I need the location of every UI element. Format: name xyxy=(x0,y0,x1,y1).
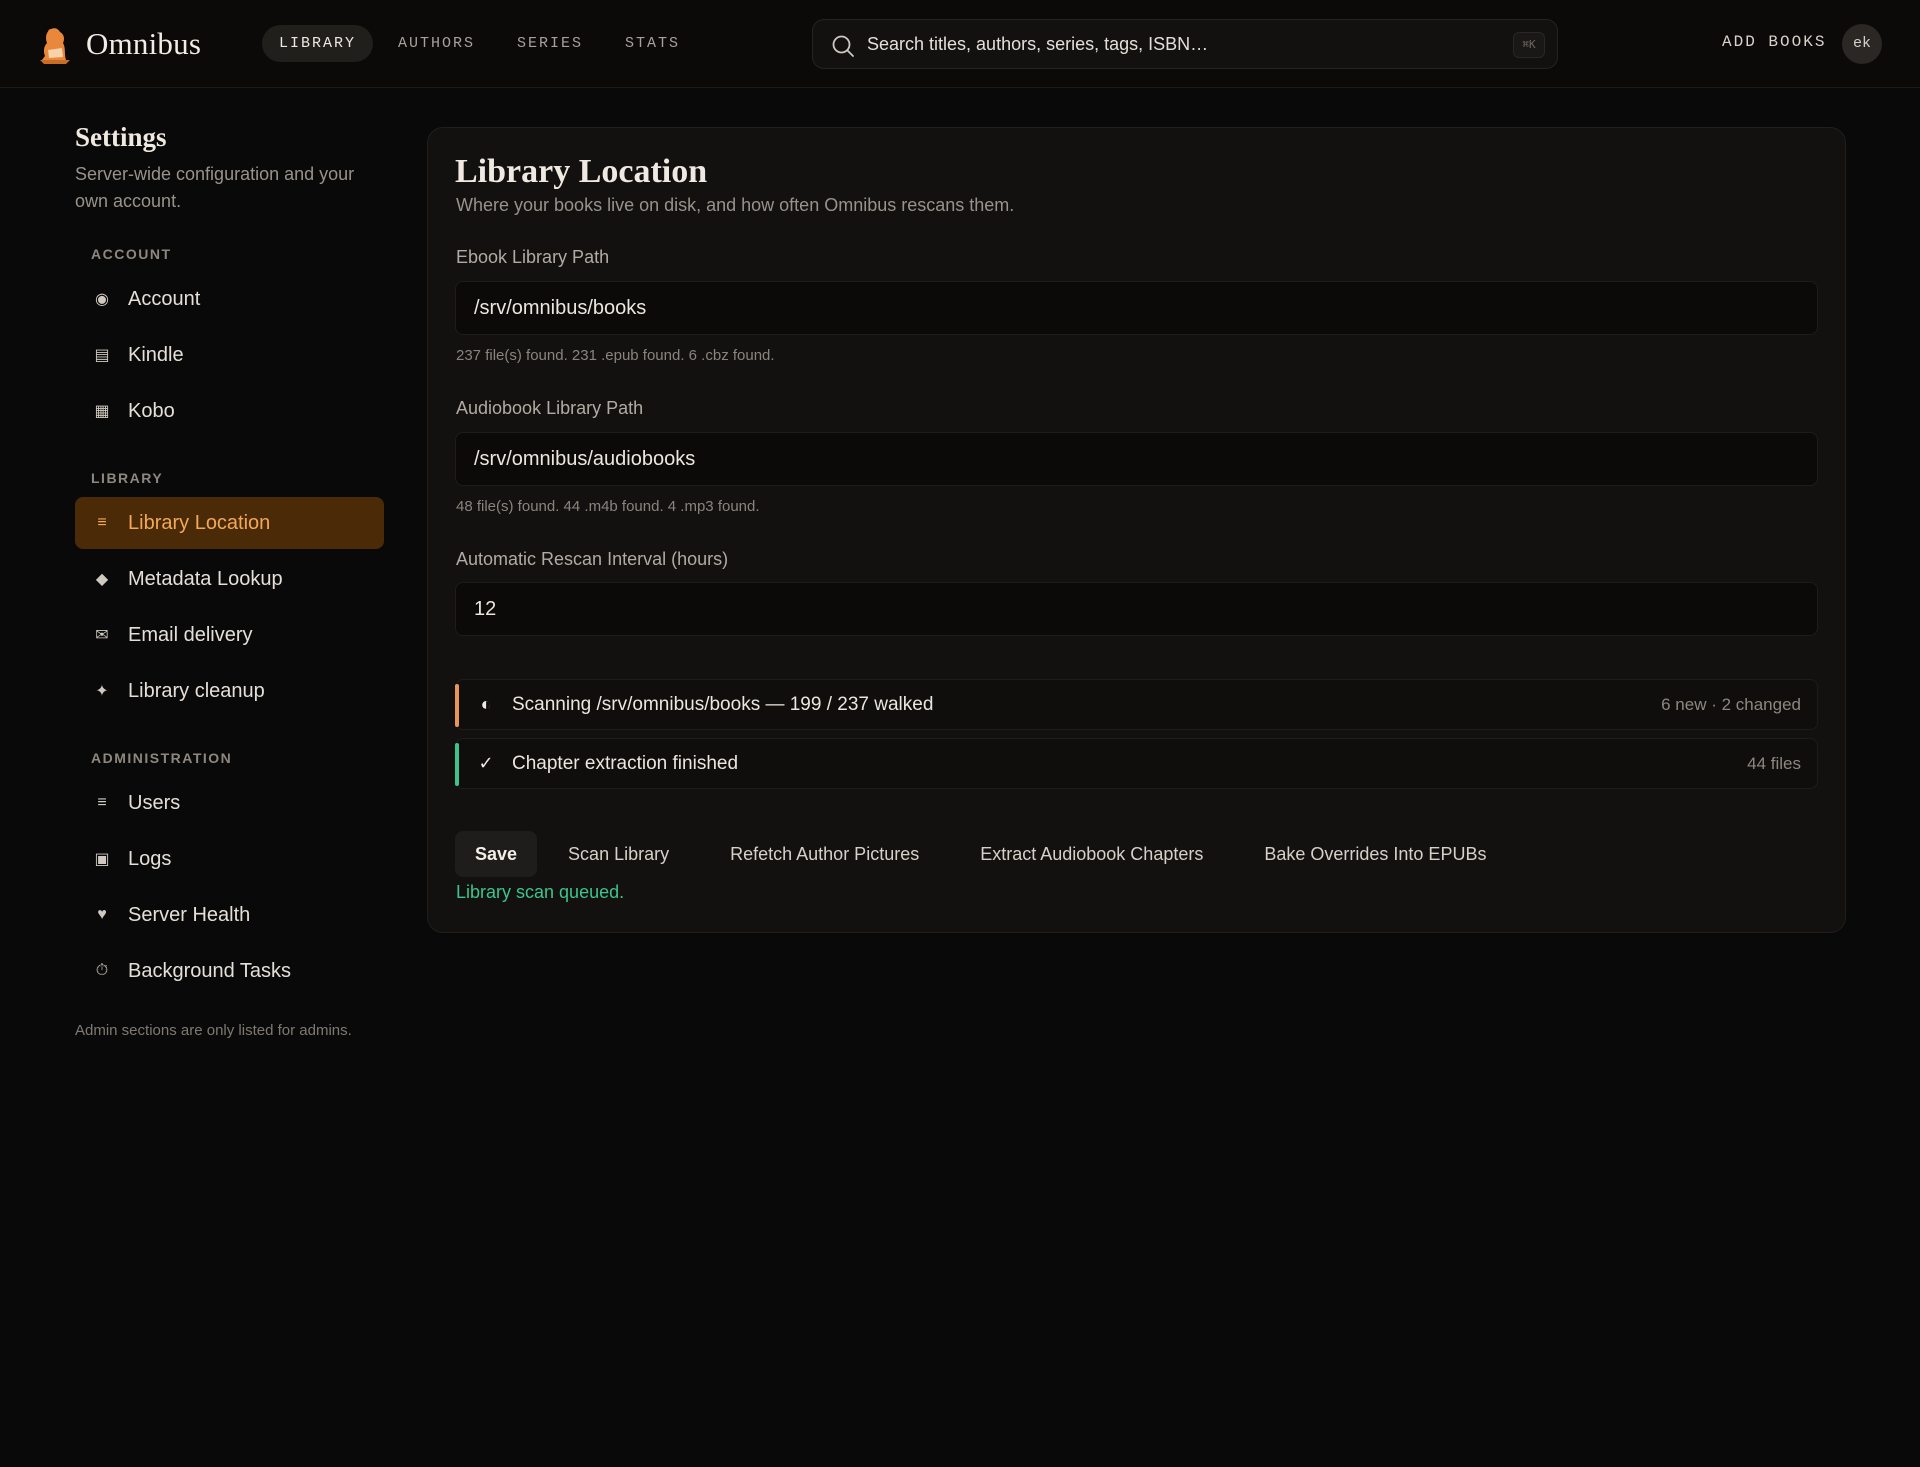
audiobook-path-hint: 48 file(s) found. 44 .m4b found. 4 .mp3 … xyxy=(456,498,760,515)
audiobook-path-label: Audiobook Library Path xyxy=(456,398,644,418)
sidebar-item-kobo[interactable]: ▦ Kobo xyxy=(75,385,384,437)
page-subtitle: Where your books live on disk, and how o… xyxy=(456,195,1015,215)
sidebar-subtitle: Server-wide configuration and your own a… xyxy=(75,164,355,211)
bake-overrides-button[interactable]: Bake Overrides Into EPUBs xyxy=(1244,831,1506,877)
top-bar: Omnibus LIBRARY AUTHORS SERIES STATS Sea… xyxy=(0,0,1920,88)
main-nav: LIBRARY AUTHORS SERIES STATS xyxy=(262,25,697,62)
sidebar-item-label: Users xyxy=(128,791,181,814)
sidebar-item-email-delivery[interactable]: ✉ Email delivery xyxy=(75,609,384,661)
status-text: Scanning /srv/omnibus/books — 199 / 237 … xyxy=(512,693,934,715)
scan-progress-status: ◐ Scanning /srv/omnibus/books — 199 / 23… xyxy=(455,679,1818,730)
sidebar-footnote: Admin sections are only listed for admin… xyxy=(75,1022,352,1039)
page-title: Library Location xyxy=(455,153,708,190)
section-heading-administration: ADMINISTRATION xyxy=(91,750,233,766)
scan-queued-message: Library scan queued. xyxy=(456,882,625,902)
sidebar-item-users[interactable]: ≡ Users xyxy=(75,777,384,829)
audiobook-path-input[interactable]: /srv/omnibus/audiobooks xyxy=(455,432,1818,486)
sidebar-item-label: Background Tasks xyxy=(128,959,292,982)
nav-series[interactable]: SERIES xyxy=(500,25,600,62)
status-accent-bar xyxy=(455,743,459,786)
status-meta: 44 files xyxy=(1747,753,1801,773)
library-location-card: Library Location Where your books live o… xyxy=(427,127,1846,933)
ebook-path-input[interactable]: /srv/omnibus/books xyxy=(455,281,1818,335)
nav-authors[interactable]: AUTHORS xyxy=(381,25,492,62)
sidebar-item-label: Account xyxy=(128,287,201,310)
sidebar-item-library-cleanup[interactable]: ✦ Library cleanup xyxy=(75,665,384,717)
section-heading-account: ACCOUNT xyxy=(91,246,172,262)
bear-reading-logo-icon xyxy=(40,28,70,64)
tablet-icon: ▤ xyxy=(94,347,110,364)
rescan-interval-label: Automatic Rescan Interval (hours) xyxy=(456,549,729,569)
sparkle-icon: ✦ xyxy=(95,683,109,700)
grid-square-icon: ▦ xyxy=(94,403,110,420)
refetch-author-pictures-button[interactable]: Refetch Author Pictures xyxy=(710,831,939,877)
list-icon: ≡ xyxy=(97,794,107,811)
sidebar-item-logs[interactable]: ▣ Logs xyxy=(75,833,384,885)
sidebar-item-label: Library cleanup xyxy=(128,679,265,702)
envelope-icon: ✉ xyxy=(95,627,109,644)
sidebar-item-metadata-lookup[interactable]: ◆ Metadata Lookup xyxy=(75,553,384,605)
sidebar-item-background-tasks[interactable]: ⏱ Background Tasks xyxy=(75,945,384,997)
radio-dot-icon: ◉ xyxy=(95,291,109,308)
ebook-path-hint: 237 file(s) found. 231 .epub found. 6 .c… xyxy=(456,347,775,364)
lines-icon: ≡ xyxy=(97,514,107,531)
square-log-icon: ▣ xyxy=(94,851,110,868)
nav-stats[interactable]: STATS xyxy=(608,25,697,62)
heart-icon: ♥ xyxy=(97,906,107,923)
shortcut-badge: ⌘K xyxy=(1513,32,1545,58)
sidebar-item-label: Library Location xyxy=(128,511,271,534)
check-icon: ✓ xyxy=(478,753,494,773)
sidebar-item-label: Logs xyxy=(128,847,172,870)
sidebar-title: Settings xyxy=(75,122,167,152)
app-name: Omnibus xyxy=(86,26,202,61)
diamond-icon: ◆ xyxy=(95,571,109,588)
brand[interactable]: Omnibus xyxy=(36,22,201,66)
sidebar-item-server-health[interactable]: ♥ Server Health xyxy=(75,889,384,941)
add-books-button[interactable]: ADD BOOKS xyxy=(1722,33,1826,51)
section-heading-library: LIBRARY xyxy=(91,470,164,486)
sidebar-item-label: Kindle xyxy=(128,343,184,366)
sidebar-item-library-location[interactable]: ≡ Library Location xyxy=(75,497,384,549)
sidebar-item-kindle[interactable]: ▤ Kindle xyxy=(75,329,384,381)
action-row: Save Scan Library Refetch Author Picture… xyxy=(455,831,1517,877)
search-icon xyxy=(832,35,854,57)
rescan-interval-input[interactable]: 12 xyxy=(455,582,1818,636)
sidebar-item-label: Kobo xyxy=(128,399,175,422)
status-meta: 6 new · 2 changed xyxy=(1661,694,1801,714)
search-bar[interactable]: Search titles, authors, series, tags, IS… xyxy=(812,19,1558,69)
status-accent-bar xyxy=(455,684,459,727)
sidebar-item-label: Server Health xyxy=(128,903,251,926)
extract-audiobook-chapters-button[interactable]: Extract Audiobook Chapters xyxy=(960,831,1223,877)
half-circle-progress-icon: ◐ xyxy=(480,694,492,714)
avatar[interactable]: ek xyxy=(1842,24,1882,64)
ebook-path-label: Ebook Library Path xyxy=(456,247,610,267)
stopwatch-icon: ⏱ xyxy=(95,962,109,979)
nav-library[interactable]: LIBRARY xyxy=(262,25,374,62)
search-input[interactable]: Search titles, authors, series, tags, IS… xyxy=(867,34,1208,55)
chapter-extraction-status: ✓ Chapter extraction finished 44 files xyxy=(455,738,1818,789)
save-button[interactable]: Save xyxy=(455,831,538,877)
status-text: Chapter extraction finished xyxy=(512,752,739,774)
sidebar-item-label: Metadata Lookup xyxy=(128,567,283,590)
settings-sidebar: Settings Server-wide configuration and y… xyxy=(75,122,385,982)
sidebar-item-label: Email delivery xyxy=(128,623,253,646)
sidebar-item-account[interactable]: ◉ Account xyxy=(75,273,384,325)
scan-library-button[interactable]: Scan Library xyxy=(548,831,689,877)
